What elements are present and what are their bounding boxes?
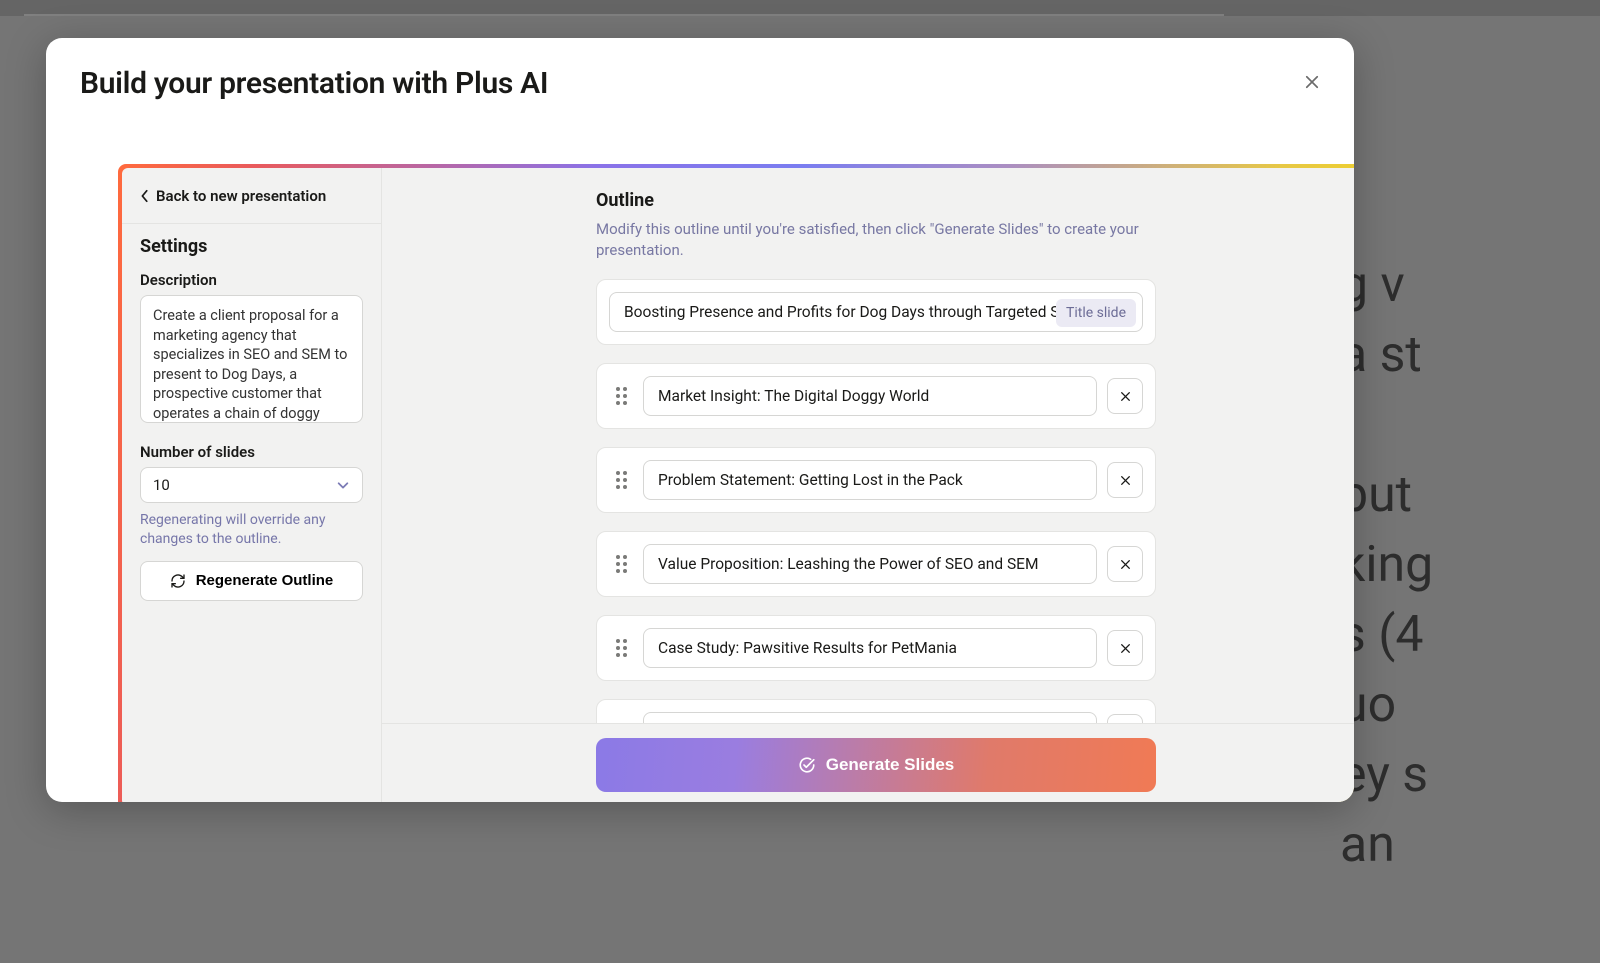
slide-title-input[interactable]: Value Proposition: Leashing the Power of… (643, 544, 1097, 584)
drag-handle[interactable] (609, 555, 633, 573)
slide-card: Market Insight: The Digital Doggy World (596, 363, 1156, 429)
back-link[interactable]: Back to new presentation (122, 168, 381, 224)
regenerate-outline-button[interactable]: Regenerate Outline (140, 561, 363, 601)
slide-card: Value Proposition: Leashing the Power of… (596, 531, 1156, 597)
outline-subtext: Modify this outline until you're satisfi… (596, 219, 1156, 261)
delete-slide-button[interactable] (1107, 546, 1143, 582)
close-icon (1119, 390, 1132, 403)
generate-slides-button[interactable]: Generate Slides (596, 738, 1156, 792)
slide-title-input[interactable]: Market Insight: The Digital Doggy World (643, 376, 1097, 416)
slide-title-input[interactable]: Problem Statement: Getting Lost in the P… (643, 460, 1097, 500)
gradient-frame: Back to new presentation Settings Descri… (118, 164, 1354, 802)
slide-title-text: Problem Statement: Getting Lost in the P… (658, 471, 963, 489)
outline-heading: Outline (596, 190, 1156, 211)
title-slide-tag: Title slide (1056, 299, 1136, 327)
drag-handle[interactable] (609, 639, 633, 657)
slide-title-text: Value Proposition: Leashing the Power of… (658, 555, 1038, 573)
close-button[interactable] (1298, 68, 1326, 96)
background-page-text: g v a st but king s (4 uo ey s an (1340, 250, 1600, 880)
generate-slides-label: Generate Slides (826, 755, 955, 775)
drag-handle[interactable] (609, 387, 633, 405)
check-circle-icon (798, 756, 816, 774)
settings-column: Back to new presentation Settings Descri… (122, 168, 382, 802)
slide-title-input[interactable]: Case Study: Pawsitive Results for PetMan… (643, 628, 1097, 668)
slide-title-text: Case Study: Pawsitive Results for PetMan… (658, 639, 957, 657)
settings-body: Settings Description Number of slides 10… (122, 224, 381, 601)
outline-scroll-area[interactable]: Outline Modify this outline until you're… (382, 168, 1354, 723)
drag-icon (616, 471, 627, 489)
num-slides-select[interactable]: 10 (140, 467, 363, 503)
drag-icon (616, 555, 627, 573)
delete-slide-button[interactable] (1107, 714, 1143, 723)
close-icon (1119, 558, 1132, 571)
num-slides-label: Number of slides (140, 443, 363, 461)
description-input[interactable] (140, 295, 363, 423)
slide-title-text: Market Insight: The Digital Doggy World (658, 387, 929, 405)
delete-slide-button[interactable] (1107, 630, 1143, 666)
background-divider (24, 14, 1224, 16)
panel-body: Back to new presentation Settings Descri… (122, 168, 1354, 802)
close-icon (1119, 474, 1132, 487)
slide-card: Case Study: Pawsitive Results for PetMan… (596, 615, 1156, 681)
settings-heading: Settings (140, 236, 363, 257)
description-label: Description (140, 271, 363, 289)
num-slides-value: 10 (153, 476, 170, 494)
drag-icon (616, 639, 627, 657)
title-slide-card: Boosting Presence and Profits for Dog Da… (596, 279, 1156, 345)
slide-card: Problem Statement: Getting Lost in the P… (596, 447, 1156, 513)
drag-handle[interactable] (609, 471, 633, 489)
regenerate-outline-label: Regenerate Outline (196, 572, 334, 589)
delete-slide-button[interactable] (1107, 462, 1143, 498)
modal-header: Build your presentation with Plus AI (46, 38, 1354, 121)
close-icon (1303, 73, 1321, 91)
chevron-down-icon (336, 478, 350, 492)
close-icon (1119, 642, 1132, 655)
regenerate-helper-text: Regenerating will override any changes t… (140, 511, 363, 549)
title-slide-input[interactable]: Boosting Presence and Profits for Dog Da… (609, 292, 1143, 332)
title-slide-text: Boosting Presence and Profits for Dog Da… (624, 303, 1079, 321)
generate-bar: Generate Slides (382, 723, 1354, 802)
drag-icon (616, 387, 627, 405)
modal-title: Build your presentation with Plus AI (80, 66, 1320, 101)
back-link-label: Back to new presentation (156, 187, 326, 205)
outline-column: Outline Modify this outline until you're… (382, 168, 1354, 802)
delete-slide-button[interactable] (1107, 378, 1143, 414)
slide-title-input[interactable]: Product Showcase: Tailored SEO for Dog D… (643, 712, 1097, 723)
modal: Build your presentation with Plus AI Bac… (46, 38, 1354, 802)
slide-card: Product Showcase: Tailored SEO for Dog D… (596, 699, 1156, 723)
refresh-icon (170, 573, 186, 589)
chevron-left-icon (140, 189, 150, 203)
